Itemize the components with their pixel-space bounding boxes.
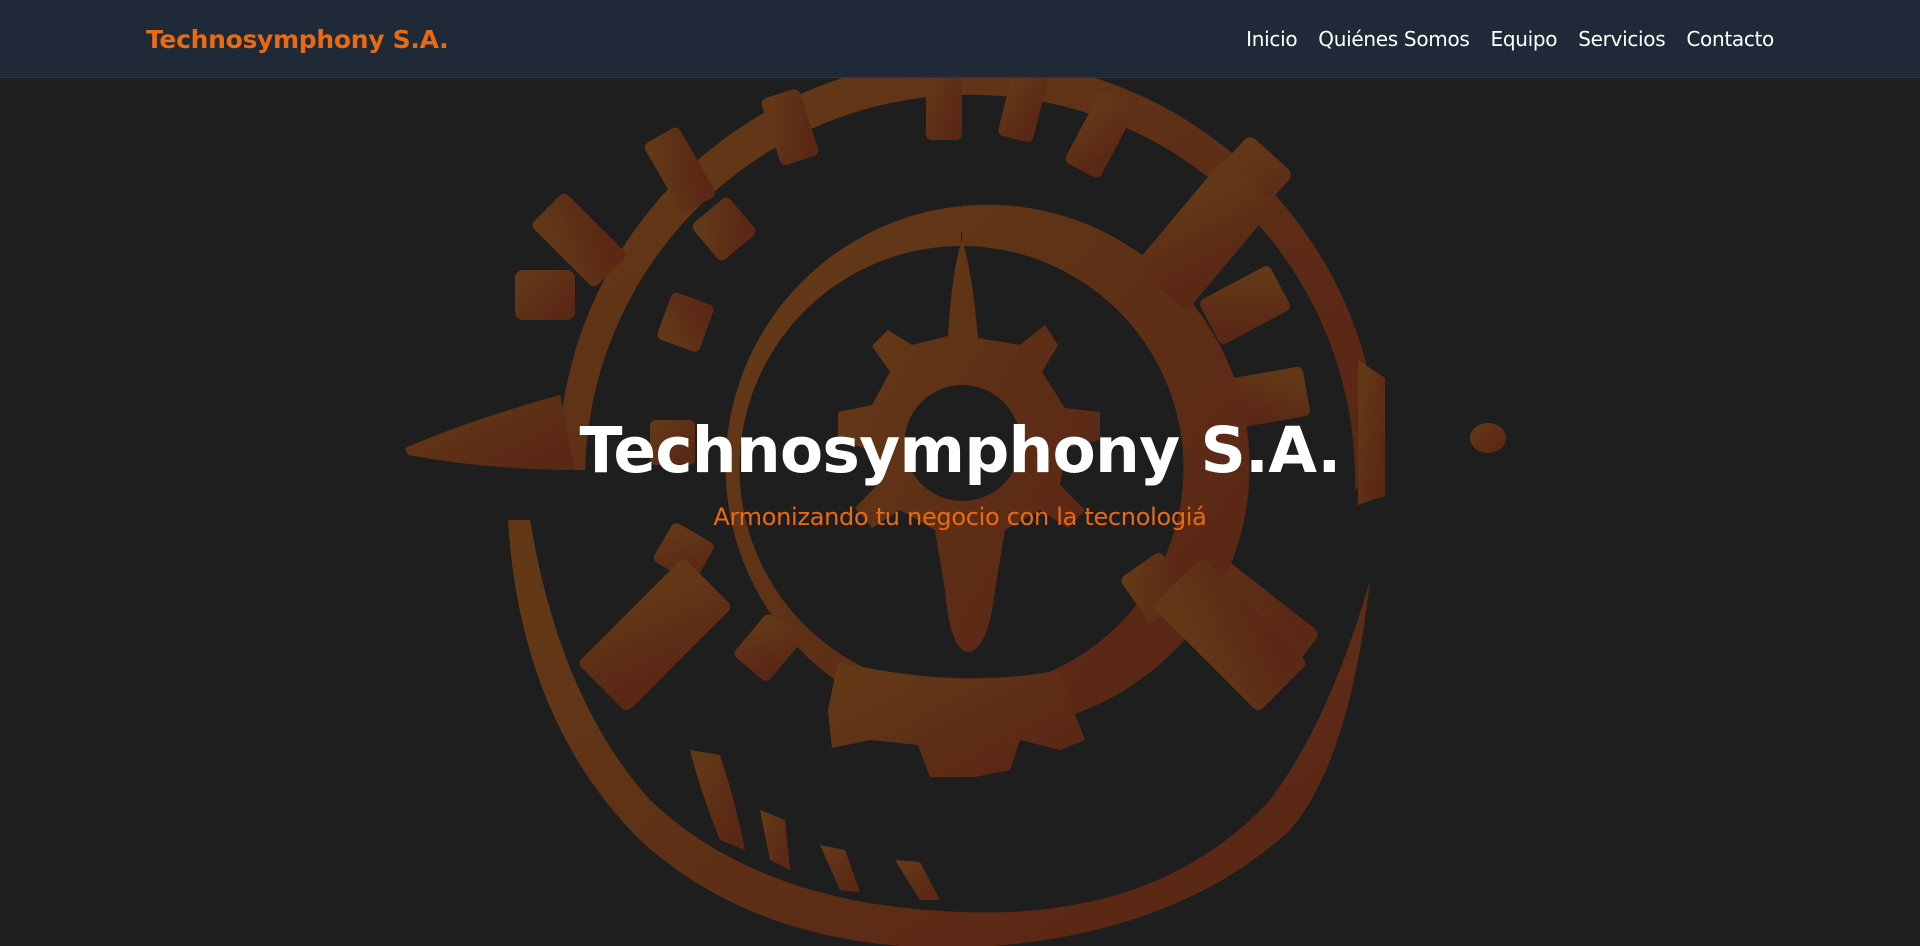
nav-link-inicio[interactable]: Inicio [1246, 27, 1297, 51]
hero-subtitle: Armonizando tu negocio con la tecnologiá [713, 503, 1207, 531]
nav-link-equipo[interactable]: Equipo [1491, 27, 1558, 51]
nav-link-quienes-somos[interactable]: Quiénes Somos [1318, 27, 1470, 51]
brand-link[interactable]: Technosymphony S.A. [146, 0, 449, 78]
hero-section: Technosymphony S.A. Armonizando tu negoc… [0, 78, 1920, 946]
navbar: Technosymphony S.A. Inicio Quiénes Somos… [0, 0, 1920, 78]
nav-link-contacto[interactable]: Contacto [1686, 27, 1774, 51]
hero-title: Technosymphony S.A. [579, 414, 1342, 487]
nav-links: Inicio Quiénes Somos Equipo Servicios Co… [1246, 0, 1774, 78]
nav-link-servicios[interactable]: Servicios [1578, 27, 1665, 51]
